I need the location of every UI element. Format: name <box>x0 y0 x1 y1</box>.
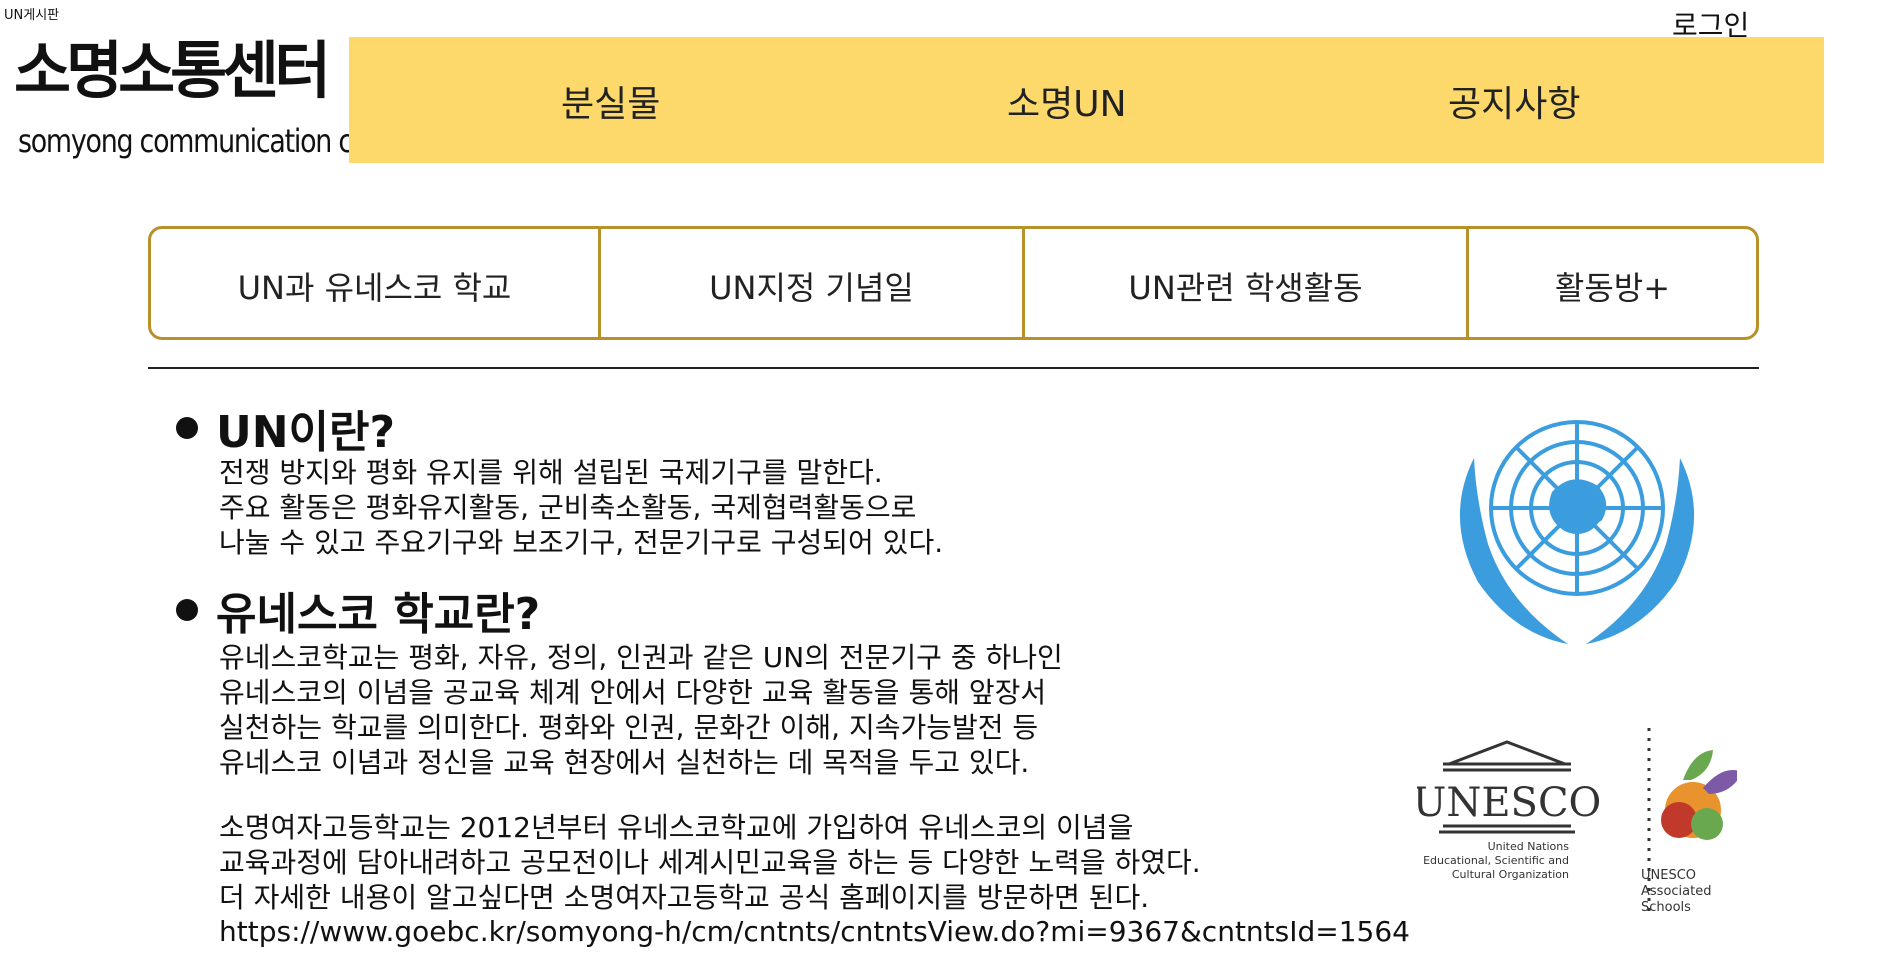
somyong-description: 소명여자고등학교는 2012년부터 유네스코학교에 가입하여 유네스코의 이념을… <box>219 811 1201 914</box>
unesco-description: 유네스코학교는 평화, 자유, 정의, 인권과 같은 UN의 전문기구 중 하나… <box>219 641 1063 779</box>
section-divider <box>148 367 1759 369</box>
school-homepage-url: https://www.goebc.kr/somyong-h/cm/cntnts… <box>219 915 1410 948</box>
nav-item-notices[interactable]: 공지사항 <box>1448 75 1580 127</box>
un-description: 전쟁 방지와 평화 유지를 위해 설립된 국제기구를 말한다. 주요 활동은 평… <box>219 456 944 559</box>
tab-label: UN지정 기념일 <box>709 269 914 307</box>
nav-item-lost-and-found[interactable]: 분실물 <box>561 75 660 127</box>
logo-text: 소명소통센터 <box>14 34 331 107</box>
site-logo[interactable]: 소명소통센터 somyong communication center <box>14 30 419 170</box>
tab-un-and-unesco-school[interactable]: UN과 유네스코 학교 <box>151 229 601 337</box>
asp-name: UNESCO Associated Schools <box>1641 868 1712 915</box>
heading-text: UN이란? <box>216 407 396 458</box>
tab-label: UN관련 학생활동 <box>1128 269 1363 307</box>
tab-label: 활동방+ <box>1554 269 1671 307</box>
tab-label: UN과 유네스코 학교 <box>237 269 512 307</box>
bullet-icon <box>176 599 198 621</box>
nav-item-somyong-un[interactable]: 소명UN <box>1007 75 1127 127</box>
unesco-logo-image: UNESCO United Nations Educational, Scien… <box>1413 728 1743 928</box>
heading-text: 유네스코 학교란? <box>216 589 541 640</box>
un-emblem-image <box>1459 420 1695 644</box>
tab-un-days[interactable]: UN지정 기념일 <box>601 229 1025 337</box>
unesco-section-heading: 유네스코 학교란? <box>176 578 540 642</box>
un-section-heading: UN이란? <box>176 396 395 460</box>
page-title: UN게시판 <box>4 8 60 23</box>
tab-un-student-activities[interactable]: UN관련 학생활동 <box>1025 229 1469 337</box>
main-nav: 분실물 소명UN 공지사항 <box>349 37 1824 163</box>
unesco-full-name: United Nations Educational, Scientific a… <box>1423 840 1569 881</box>
bullet-icon <box>176 417 198 439</box>
tab-activity-room[interactable]: 활동방+ <box>1469 229 1756 337</box>
unesco-wordmark: UNESCO <box>1417 780 1601 826</box>
sub-nav-tabs: UN과 유네스코 학교 UN지정 기념일 UN관련 학생활동 활동방+ <box>148 226 1759 340</box>
